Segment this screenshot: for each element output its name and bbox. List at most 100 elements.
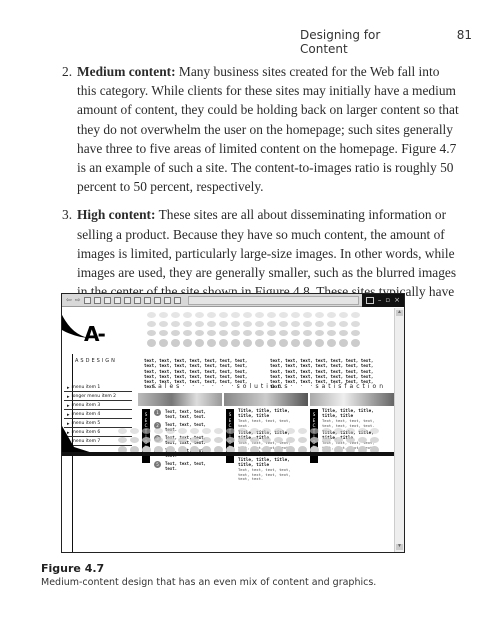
dot: [303, 321, 312, 327]
dot: [334, 437, 343, 443]
menu-item: ▸ longer menu item 2: [64, 393, 132, 401]
dot: [315, 339, 324, 347]
dot: [291, 339, 300, 347]
discuss-icon: [173, 296, 181, 304]
menu-item: ▸ menu item 4: [64, 411, 132, 419]
dot: [183, 339, 192, 347]
menu-item: ▸ menu item 5: [64, 420, 132, 428]
list-number: 2.: [62, 64, 73, 79]
dot: [334, 428, 343, 434]
dot: [147, 312, 156, 318]
dot: [195, 312, 204, 318]
dot: [370, 437, 379, 443]
dot: [255, 330, 264, 336]
dot: [322, 428, 331, 434]
dot: [171, 321, 180, 327]
dot: [291, 321, 300, 327]
dot: [327, 321, 336, 327]
column-entry: Title, title, title, title, titleText, t…: [238, 409, 291, 428]
dot: [183, 321, 192, 327]
edit-icon: [163, 296, 171, 304]
dot: [219, 321, 228, 327]
dot: [159, 321, 168, 327]
dot: [351, 339, 360, 347]
dot-pattern-bottom: [118, 428, 379, 454]
dot: [147, 330, 156, 336]
dot: [267, 339, 276, 347]
site-logo: A-: [84, 322, 106, 346]
dot: [195, 321, 204, 327]
dot: [267, 321, 276, 327]
windows-logo-icon: [365, 296, 374, 304]
dot: [183, 330, 192, 336]
tagline-dots: · · ·: [290, 383, 316, 390]
dot: [195, 330, 204, 336]
dot: [154, 437, 163, 443]
dot: [346, 428, 355, 434]
list-term: Medium content:: [77, 64, 176, 79]
photo-strip: [138, 393, 394, 406]
scroll-up-icon[interactable]: ▲: [396, 310, 403, 316]
numbered-item: 1 Text, text, text, text, text, text.: [154, 409, 207, 419]
dot: [279, 339, 288, 347]
dot: [171, 312, 180, 318]
dot: [130, 437, 139, 443]
photo-image: [310, 393, 394, 406]
frame-curve: [62, 294, 152, 338]
dot: [370, 428, 379, 434]
dot: [207, 330, 216, 336]
scrollbar[interactable]: ▲ ▼: [394, 308, 404, 552]
dot: [159, 339, 168, 347]
dot: [159, 330, 168, 336]
dot: [195, 339, 204, 347]
dot: [171, 339, 180, 347]
dot: [303, 330, 312, 336]
dot: [243, 321, 252, 327]
dot: [267, 312, 276, 318]
dot: [231, 330, 240, 336]
scroll-down-icon[interactable]: ▼: [396, 544, 403, 550]
dot: [310, 437, 319, 443]
list-item: 2. Medium content: Many business sites c…: [62, 62, 462, 196]
dot: [159, 312, 168, 318]
numbered-item: 5 Text, text, text, text.: [154, 461, 207, 471]
dot: [243, 312, 252, 318]
dot: [262, 437, 271, 443]
dot: [351, 321, 360, 327]
menu-arrow-icon: ▸: [67, 402, 70, 409]
dot: [327, 330, 336, 336]
dot: [358, 428, 367, 434]
dot: [171, 330, 180, 336]
figure-caption: Figure 4.7 Medium-content design that ha…: [41, 562, 376, 588]
dot: [351, 330, 360, 336]
dot: [147, 339, 156, 347]
tagline-solutions: solutions: [236, 383, 291, 390]
website-mockup: A- ASDESIGN ▸ menu item 1 ▸ longer menu it…: [62, 308, 394, 552]
dot: [339, 330, 348, 336]
dot: [279, 330, 288, 336]
dot: [219, 339, 228, 347]
dot: [315, 330, 324, 336]
dot: [303, 312, 312, 318]
dot: [238, 437, 247, 443]
dot: [286, 428, 295, 434]
dot: [291, 330, 300, 336]
chapter-title: Designing for Content: [300, 28, 381, 56]
dot: [207, 321, 216, 327]
figure-caption-text: Medium-content design that has an even m…: [41, 577, 377, 588]
dot: [231, 321, 240, 327]
dot: [118, 437, 127, 443]
dot: [202, 437, 211, 443]
running-head: Designing for Content 81: [300, 28, 472, 56]
menu-item: ▸ menu item 1: [64, 384, 132, 392]
dot: [219, 330, 228, 336]
dot: [226, 437, 235, 443]
minimize-icon: –: [377, 296, 382, 304]
restore-icon: ▫: [385, 296, 391, 304]
dot: [255, 321, 264, 327]
dot: [154, 428, 163, 434]
dot: [207, 339, 216, 347]
list-text: Many business sites created for the Web …: [77, 64, 459, 195]
dot: [339, 312, 348, 318]
tagline-dots: · · · · · ·: [182, 383, 237, 390]
